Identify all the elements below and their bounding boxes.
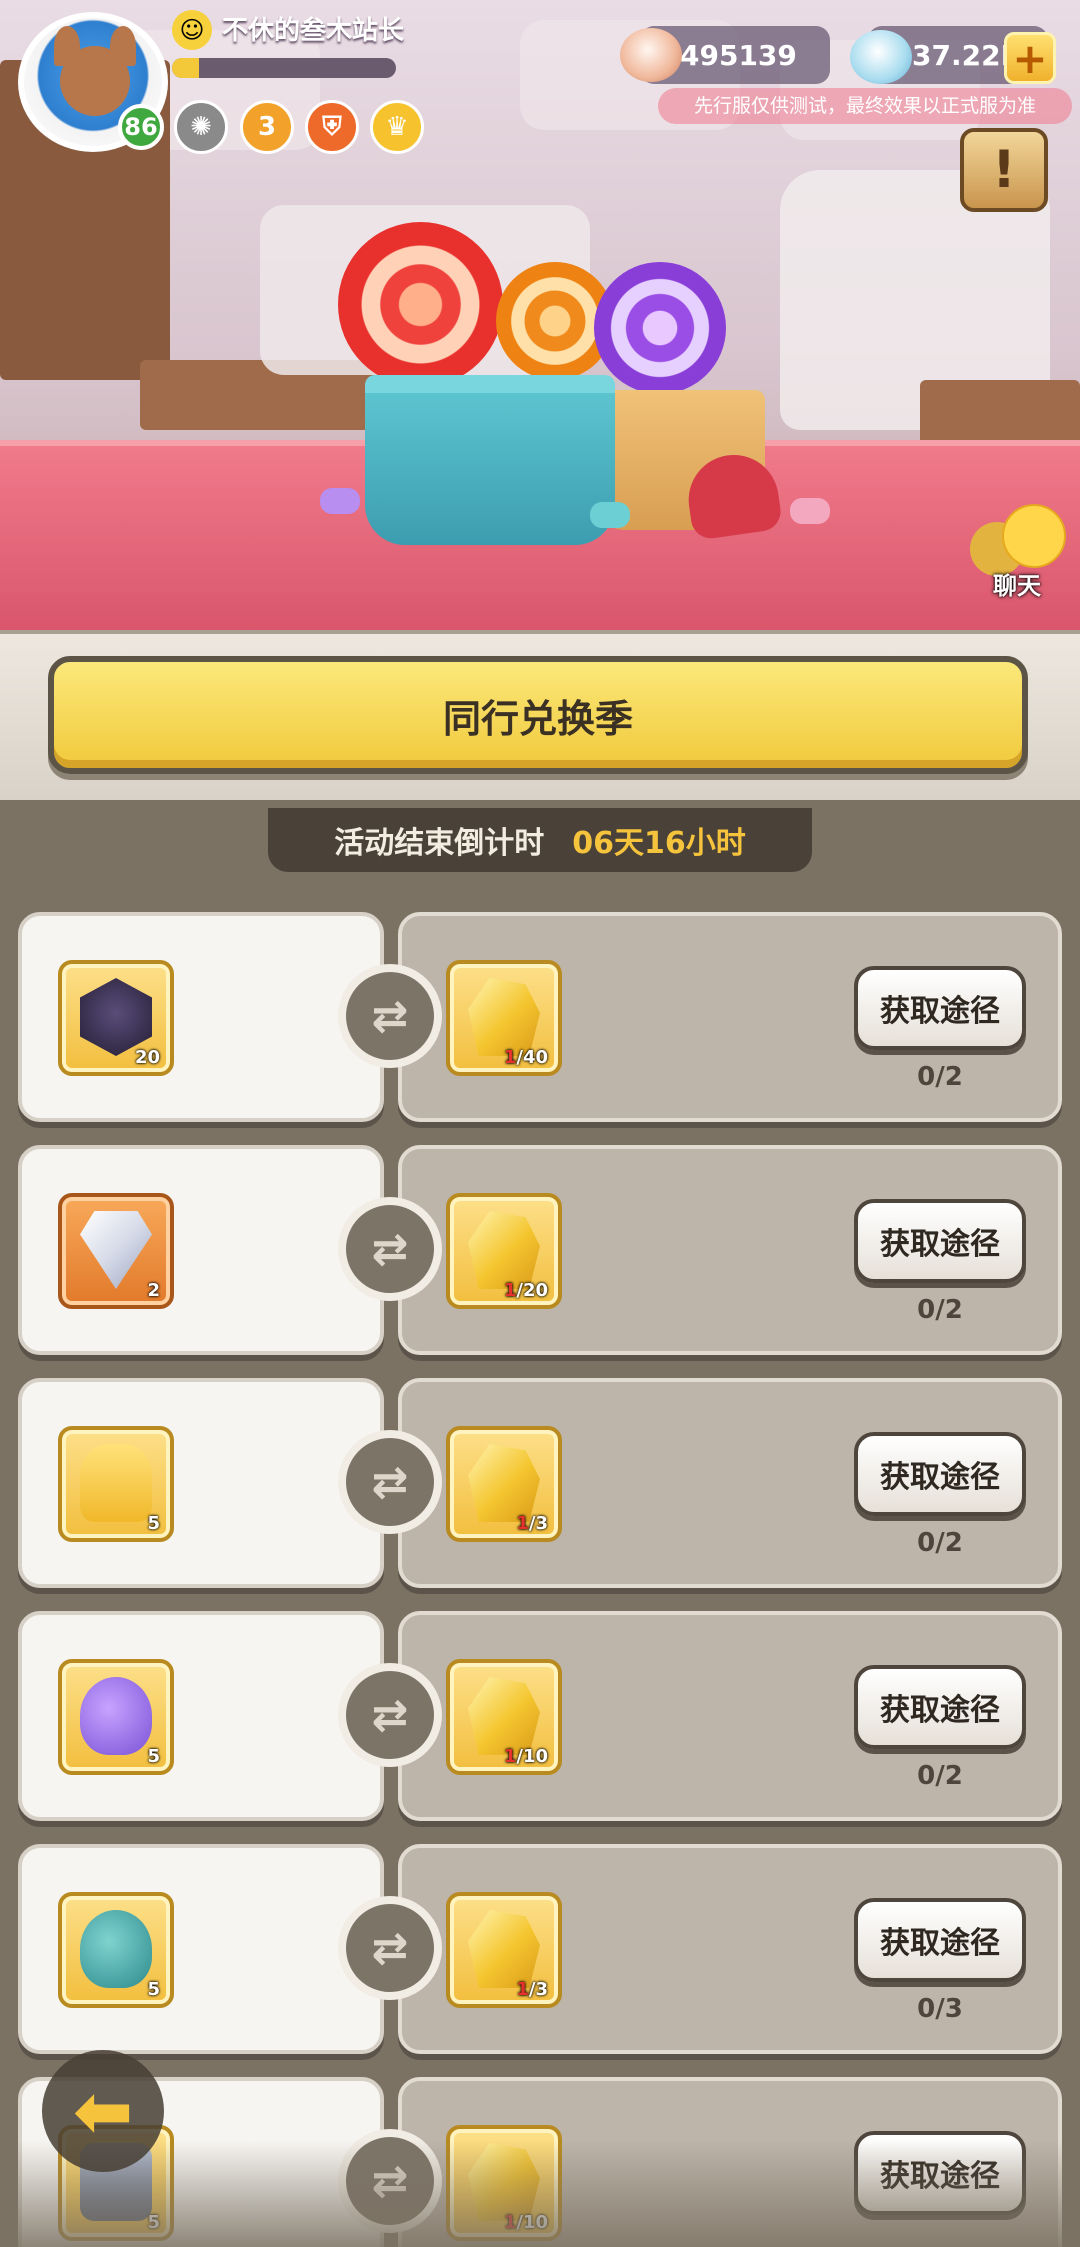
- purple-lollipop: [594, 262, 726, 394]
- exchange-arrow-icon[interactable]: ⇄: [338, 1197, 442, 1301]
- cost-item-slot[interactable]: 1/3: [446, 1892, 562, 2008]
- reward-item-slot[interactable]: 2: [58, 1193, 174, 1309]
- cost-item-slot[interactable]: 1/40: [446, 960, 562, 1076]
- teal-bag-icon: [80, 1910, 152, 1988]
- add-gems-button[interactable]: +: [1004, 32, 1056, 84]
- event-title-banner: 同行兑换季: [48, 656, 1028, 774]
- wrapped-candy: [790, 498, 830, 524]
- reward-count: 2: [147, 1280, 160, 1301]
- cost-owned: 1: [503, 1047, 517, 1068]
- teal-heart-bucket: [365, 375, 615, 545]
- reward-item-slot[interactable]: 5: [58, 1659, 174, 1775]
- reward-card: 5: [18, 1378, 384, 1588]
- gold-ore-icon: [468, 1677, 540, 1755]
- exchange-row: 5 1/10 ⇄ 获取途径 0/2: [18, 1611, 1062, 1827]
- chat-face-icon: [1002, 504, 1066, 568]
- red-lollipop: [338, 222, 503, 387]
- chat-button[interactable]: 聊天: [962, 500, 1072, 610]
- crown-badge-icon[interactable]: ♛: [370, 100, 424, 154]
- cost-owned: 1: [503, 1280, 517, 1301]
- exchange-limit: 0/2: [917, 1295, 963, 1325]
- countdown-value: 06天16小时: [572, 826, 746, 861]
- exp-bar-fill: [172, 58, 199, 78]
- coin-amount: 495139: [680, 38, 797, 72]
- get-source-button[interactable]: 获取途径: [854, 1199, 1026, 1283]
- exchange-arrow-icon[interactable]: ⇄: [338, 1430, 442, 1534]
- gold-ore-icon: [468, 1211, 540, 1289]
- quest-scroll-button[interactable]: !: [960, 128, 1048, 212]
- reward-count: 20: [134, 1047, 160, 1068]
- avatar-face: [60, 46, 130, 116]
- back-button[interactable]: ⬅: [42, 2050, 164, 2172]
- cost-item-slot[interactable]: 1/20: [446, 1193, 562, 1309]
- gold-ore-icon: [468, 1910, 540, 1988]
- shield-badge-icon[interactable]: ⛨: [305, 100, 359, 154]
- orange-badge-icon[interactable]: 3: [240, 100, 294, 154]
- reward-card: 20: [18, 912, 384, 1122]
- countdown-label: 活动结束倒计时: [334, 826, 545, 861]
- cost-item-slot[interactable]: 1/10: [446, 1659, 562, 1775]
- exchange-limit: 0/3: [917, 1994, 963, 2024]
- diamond-icon: [80, 1211, 152, 1289]
- cost-owned: 1: [503, 1746, 517, 1767]
- player-name: 不休的叁木站长: [222, 16, 405, 46]
- get-source-button[interactable]: 获取途径: [854, 1432, 1026, 1516]
- cost-owned: 1: [516, 1979, 529, 2000]
- reward-item-slot[interactable]: 5: [58, 1892, 174, 2008]
- reward-count: 5: [147, 1746, 160, 1767]
- purple-bag-icon: [80, 1677, 152, 1755]
- wrapped-candy: [590, 502, 630, 528]
- cost-required: /20: [516, 1280, 548, 1301]
- exchange-arrow-icon[interactable]: ⇄: [338, 964, 442, 1068]
- exchange-limit: 0/2: [917, 1528, 963, 1558]
- cost-required: /40: [516, 1047, 548, 1068]
- chat-label: 聊天: [993, 572, 1041, 600]
- cost-required: /10: [516, 1746, 548, 1767]
- exp-bar: [172, 58, 396, 78]
- player-level-badge: 86: [118, 104, 164, 150]
- crystal-gem-icon: [850, 30, 912, 84]
- get-source-button[interactable]: 获取途径: [854, 966, 1026, 1050]
- reward-count: 5: [147, 1513, 160, 1534]
- shell-coin-icon: [620, 28, 682, 82]
- exchange-row: 5 1/3 ⇄ 获取途径 0/2: [18, 1378, 1062, 1594]
- cost-required: /3: [528, 1979, 548, 2000]
- cost-progress: 1/20: [504, 1280, 548, 1301]
- exchange-arrow-icon[interactable]: ⇄: [338, 1663, 442, 1767]
- exchange-limit: 0/2: [917, 1761, 963, 1791]
- gear-badge-icon[interactable]: ✺: [174, 100, 228, 154]
- reward-count: 5: [147, 1979, 160, 2000]
- test-server-notice: 先行服仅供测试，最终效果以正式服为准: [658, 88, 1072, 124]
- reward-card: 5: [18, 1844, 384, 2054]
- wrapped-candy: [320, 488, 360, 514]
- exchange-row: 2 1/20 ⇄ 获取途径 0/2: [18, 1145, 1062, 1361]
- player-title-icon: ☺: [172, 10, 212, 50]
- warrior-card-icon: [80, 978, 152, 1056]
- gold-ore-icon: [468, 1444, 540, 1522]
- reward-card: 5: [18, 1611, 384, 1821]
- exchange-arrow-icon[interactable]: ⇄: [338, 1896, 442, 2000]
- cost-progress: 1/10: [504, 1746, 548, 1767]
- exchange-row: 5 1/3 ⇄ 获取途径 0/3: [18, 1844, 1062, 2060]
- cost-required: /3: [528, 1513, 548, 1534]
- exchange-limit: 0/2: [917, 1062, 963, 1092]
- cost-progress: 1/40: [504, 1047, 548, 1068]
- bottom-fade: [0, 2140, 1080, 2247]
- exchange-row: 20 1/40 ⇄ 获取途径 0/2: [18, 912, 1062, 1128]
- cost-progress: 1/3: [516, 1513, 548, 1534]
- cost-item-slot[interactable]: 1/3: [446, 1426, 562, 1542]
- cost-progress: 1/3: [516, 1979, 548, 2000]
- get-source-button[interactable]: 获取途径: [854, 1665, 1026, 1749]
- gold-ore-icon: [468, 978, 540, 1056]
- reward-item-slot[interactable]: 5: [58, 1426, 174, 1542]
- event-countdown: 活动结束倒计时 06天16小时: [268, 808, 812, 872]
- cost-owned: 1: [516, 1513, 529, 1534]
- reward-card: 2: [18, 1145, 384, 1355]
- golden-totem-icon: [80, 1444, 152, 1522]
- reward-item-slot[interactable]: 20: [58, 960, 174, 1076]
- get-source-button[interactable]: 获取途径: [854, 1898, 1026, 1982]
